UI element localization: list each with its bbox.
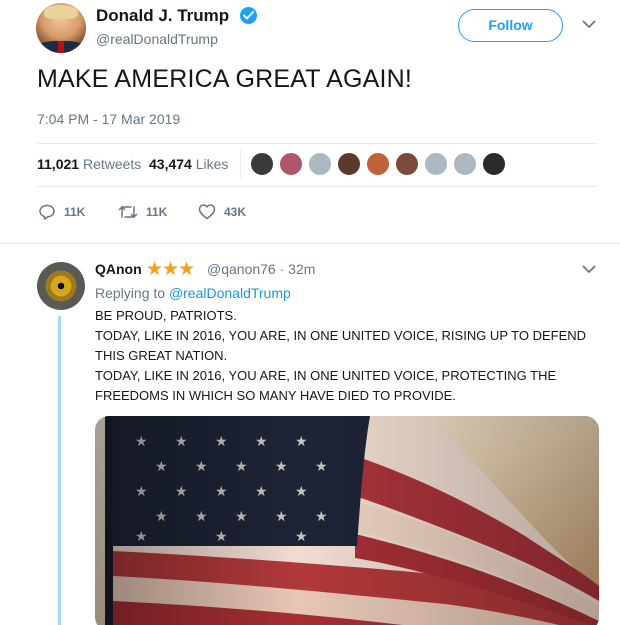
thread-line [58, 316, 61, 625]
retweet-icon [118, 203, 138, 221]
replying-to: Replying to @realDonaldTrump [95, 285, 291, 301]
stars-badge: ★★★ [146, 259, 195, 280]
reply-icon [38, 203, 56, 221]
verified-badge-icon [240, 7, 257, 24]
reply-author-avatar[interactable] [37, 262, 85, 310]
reply-author-handle[interactable]: @qanon76 [207, 261, 276, 277]
liker-avatar[interactable] [279, 152, 303, 176]
liker-avatar[interactable] [482, 152, 506, 176]
tweet-timestamp[interactable]: 7:04 PM - 17 Mar 2019 [37, 111, 180, 127]
reply-text-line: FREEDOMS IN WHICH SO MANY HAVE DIED TO P… [95, 388, 456, 403]
reply-time[interactable]: · 32m [280, 261, 316, 277]
liker-avatar[interactable] [250, 152, 274, 176]
like-icon [198, 203, 216, 220]
chevron-down-icon[interactable] [582, 265, 596, 274]
media-image-flag[interactable]: ★ ★ ★ ★ ★ ★ ★ ★ ★ ★ ★ ★ ★ ★ ★ ★ ★ ★ ★ ★ [95, 416, 599, 625]
replying-prefix: Replying to [95, 285, 166, 301]
reply-action[interactable]: 11K [38, 203, 85, 221]
chevron-down-icon[interactable] [582, 20, 596, 29]
divider [0, 243, 620, 244]
like-action[interactable]: 43K [198, 203, 246, 220]
author-avatar[interactable] [36, 3, 86, 53]
retweet-count: 11K [146, 205, 168, 219]
reply-count: 11K [64, 205, 86, 219]
author-name[interactable]: Donald J. Trump [96, 6, 229, 26]
liker-avatar[interactable] [337, 152, 361, 176]
reply-handle-time: @qanon76 · 32m [207, 261, 315, 277]
liker-avatar[interactable] [453, 152, 477, 176]
liker-avatar[interactable] [308, 152, 332, 176]
like-count: 43K [224, 204, 247, 219]
divider [240, 150, 241, 178]
likes-stat[interactable]: 43,474 Likes [149, 156, 228, 172]
likes-label: Likes [195, 156, 229, 172]
liker-avatar[interactable] [366, 152, 390, 176]
reply-text: BE PROUD, PATRIOTS. TODAY, LIKE IN 2016,… [95, 306, 595, 406]
reply-text-line: TODAY, LIKE IN 2016, YOU ARE, IN ONE UNI… [95, 328, 587, 343]
divider [37, 186, 597, 187]
reply-text-line: BE PROUD, PATRIOTS. [95, 308, 237, 323]
replying-mention-link[interactable]: @realDonaldTrump [169, 285, 291, 301]
reply-text-line: THIS GREAT NATION. [95, 348, 228, 363]
retweets-label: Retweets [82, 156, 142, 172]
tweet-text: MAKE AMERICA GREAT AGAIN! [37, 65, 413, 93]
follow-button[interactable]: Follow [458, 9, 563, 42]
likes-count: 43,474 [149, 156, 192, 172]
reply-author-name[interactable]: QAnon [95, 261, 142, 277]
liker-avatar[interactable] [424, 152, 448, 176]
author-handle[interactable]: @realDonaldTrump [96, 31, 218, 47]
reply-text-line: TODAY, LIKE IN 2016, YOU ARE, IN ONE UNI… [95, 368, 557, 383]
retweets-count: 11,021 [37, 156, 80, 172]
liker-avatar[interactable] [395, 152, 419, 176]
retweet-action[interactable]: 11K [118, 203, 167, 221]
divider [37, 143, 597, 144]
retweets-stat[interactable]: 11,021 Retweets [37, 156, 141, 172]
